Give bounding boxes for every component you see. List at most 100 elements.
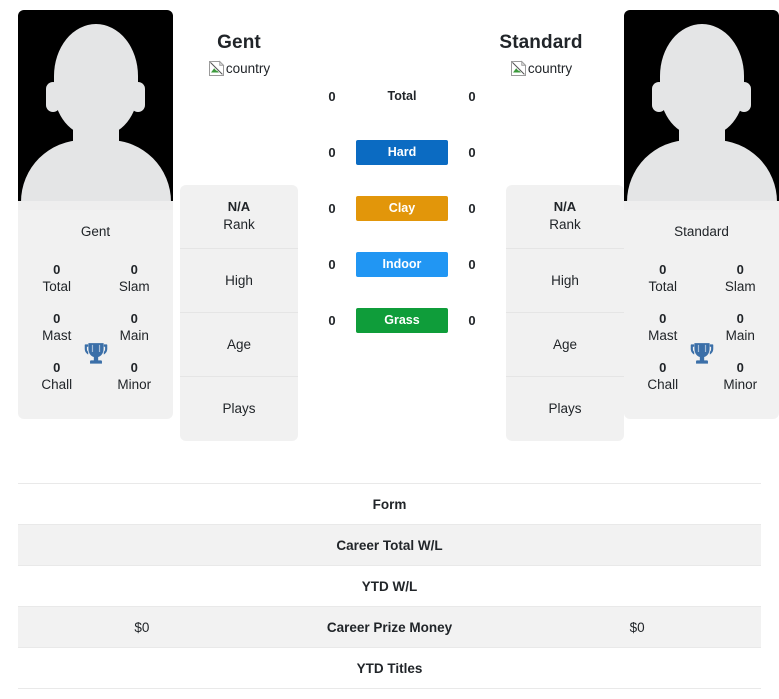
surface-comparison-column: 0 Total 0 0 Hard 0 0 Clay 0 0 Indoor 0 0…	[298, 10, 506, 348]
stat-cell: 0 Chall	[18, 353, 96, 402]
info-row-high: High	[180, 249, 298, 313]
row-right-value	[513, 483, 761, 525]
surface-label-wrap: Hard	[356, 139, 448, 165]
stat-cell: 0 Minor	[96, 353, 174, 402]
surface-row-indoor: 0 Indoor 0	[298, 236, 506, 292]
right-info-column: Standard country N/A Rank High Age Plays	[499, 32, 624, 441]
stat-cell: 0 Minor	[702, 353, 779, 402]
left-player-card-name: Gent	[80, 224, 111, 239]
table-row: $0 Career Prize Money $0	[18, 606, 761, 648]
surface-right-value: 0	[468, 144, 476, 160]
info-row-rank: N/A Rank	[180, 185, 298, 249]
stat-label: Main	[725, 328, 755, 344]
avatar-ear-left	[652, 82, 666, 112]
avatar-ear-right	[131, 82, 145, 112]
surface-badge-clay[interactable]: Clay	[356, 195, 448, 221]
left-info-card: N/A Rank High Age Plays	[180, 185, 298, 441]
row-label: YTD W/L	[265, 565, 514, 607]
info-label: Plays	[222, 401, 256, 417]
stat-value: 0	[659, 359, 667, 375]
player-comparison-page: Gent 0 Total 0 Slam 0 Mast 0 Main 0 Chal…	[0, 0, 779, 699]
right-player-heading: Standard	[499, 32, 583, 53]
left-country-row: country	[180, 60, 298, 77]
left-info-column: Gent country N/A Rank High Age Plays	[180, 32, 298, 441]
stat-value: 0	[130, 310, 138, 326]
left-player-card[interactable]: Gent 0 Total 0 Slam 0 Mast 0 Main 0 Chal…	[18, 10, 174, 420]
surface-badge-indoor[interactable]: Indoor	[356, 251, 448, 277]
right-country-row: country	[482, 60, 600, 77]
stat-label: Slam	[118, 279, 150, 295]
stat-value: 0	[53, 359, 61, 375]
info-value: N/A	[553, 199, 577, 215]
surface-left-value: 0	[328, 200, 336, 216]
stat-cell: 0 Chall	[624, 353, 702, 402]
stat-value: 0	[130, 359, 138, 375]
stat-cell: 0 Mast	[624, 304, 702, 353]
surface-right-value: 0	[468, 200, 476, 216]
surface-label-wrap: Clay	[356, 195, 448, 221]
left-player-column: Gent 0 Total 0 Slam 0 Mast 0 Main 0 Chal…	[18, 10, 174, 420]
stat-label: Chall	[41, 376, 73, 392]
comparison-table-wrapper: Form Career Total W/L YTD W/L $0 Career …	[18, 483, 761, 689]
row-left-value	[18, 524, 266, 566]
stat-label: Chall	[647, 376, 679, 392]
avatar-base	[18, 201, 173, 210]
row-right-value	[513, 565, 761, 607]
stat-label: Total	[42, 279, 72, 295]
surface-right-value: 0	[468, 88, 476, 104]
stat-value: 0	[736, 359, 744, 375]
table-row: Career Total W/L	[18, 524, 761, 566]
stat-label: Mast	[648, 328, 678, 344]
stat-label: Main	[119, 328, 149, 344]
row-left-value	[18, 647, 266, 689]
stat-cell: 0 Total	[18, 255, 96, 304]
surface-badge-grass[interactable]: Grass	[356, 307, 448, 333]
surface-left-value: 0	[328, 88, 336, 104]
stat-cell: 0 Total	[624, 255, 702, 304]
surface-left-value: 0	[328, 256, 336, 272]
stat-value: 0	[659, 262, 667, 277]
right-player-card-name: Standard	[674, 224, 729, 239]
surface-right-value: 0	[468, 312, 476, 328]
left-player-heading: Gent	[217, 32, 261, 53]
table-row: YTD W/L	[18, 565, 761, 607]
row-right-value: $0	[513, 606, 761, 648]
comparison-table: Form Career Total W/L YTD W/L $0 Career …	[18, 483, 761, 689]
info-row-plays: Plays	[180, 377, 298, 441]
broken-image-icon	[510, 60, 527, 77]
stat-value: 0	[53, 310, 61, 326]
info-row-plays: Plays	[506, 377, 624, 441]
left-country-alt-text: country	[225, 61, 271, 76]
info-label: Age	[552, 336, 578, 352]
info-row-rank: N/A Rank	[506, 185, 624, 249]
right-player-avatar	[624, 10, 779, 210]
avatar-base	[624, 201, 779, 210]
right-country-alt-text: country	[527, 61, 573, 76]
surface-badge-hard[interactable]: Hard	[356, 139, 448, 165]
avatar-shoulders	[626, 140, 777, 210]
right-player-column: Standard 0 Total 0 Slam 0 Mast 0 Main 0 …	[624, 10, 779, 420]
info-label: Plays	[548, 401, 582, 417]
info-value: N/A	[227, 199, 251, 215]
surface-label: Total	[387, 89, 417, 103]
surface-label-wrap: Indoor	[356, 251, 448, 277]
surface-left-value: 0	[328, 312, 336, 328]
row-label: YTD Titles	[265, 647, 514, 689]
row-left-value: $0	[18, 606, 266, 648]
table-row: Form	[18, 483, 761, 525]
row-left-value	[18, 565, 266, 607]
broken-image-icon	[208, 60, 225, 77]
right-player-card[interactable]: Standard 0 Total 0 Slam 0 Mast 0 Main 0 …	[624, 10, 779, 420]
info-row-age: Age	[180, 313, 298, 377]
info-label: Age	[226, 336, 252, 352]
row-label: Form	[265, 483, 514, 525]
stat-cell: 0 Slam	[702, 255, 779, 304]
stat-value: 0	[53, 262, 61, 277]
stat-label: Total	[648, 279, 678, 295]
row-left-value	[18, 483, 266, 525]
stat-cell: 0 Slam	[96, 255, 174, 304]
row-right-value	[513, 647, 761, 689]
stat-label: Minor	[117, 376, 152, 392]
stat-label: Slam	[724, 279, 756, 295]
right-titles-grid: 0 Total 0 Slam 0 Mast 0 Main 0 Chall 0 M…	[624, 255, 779, 419]
